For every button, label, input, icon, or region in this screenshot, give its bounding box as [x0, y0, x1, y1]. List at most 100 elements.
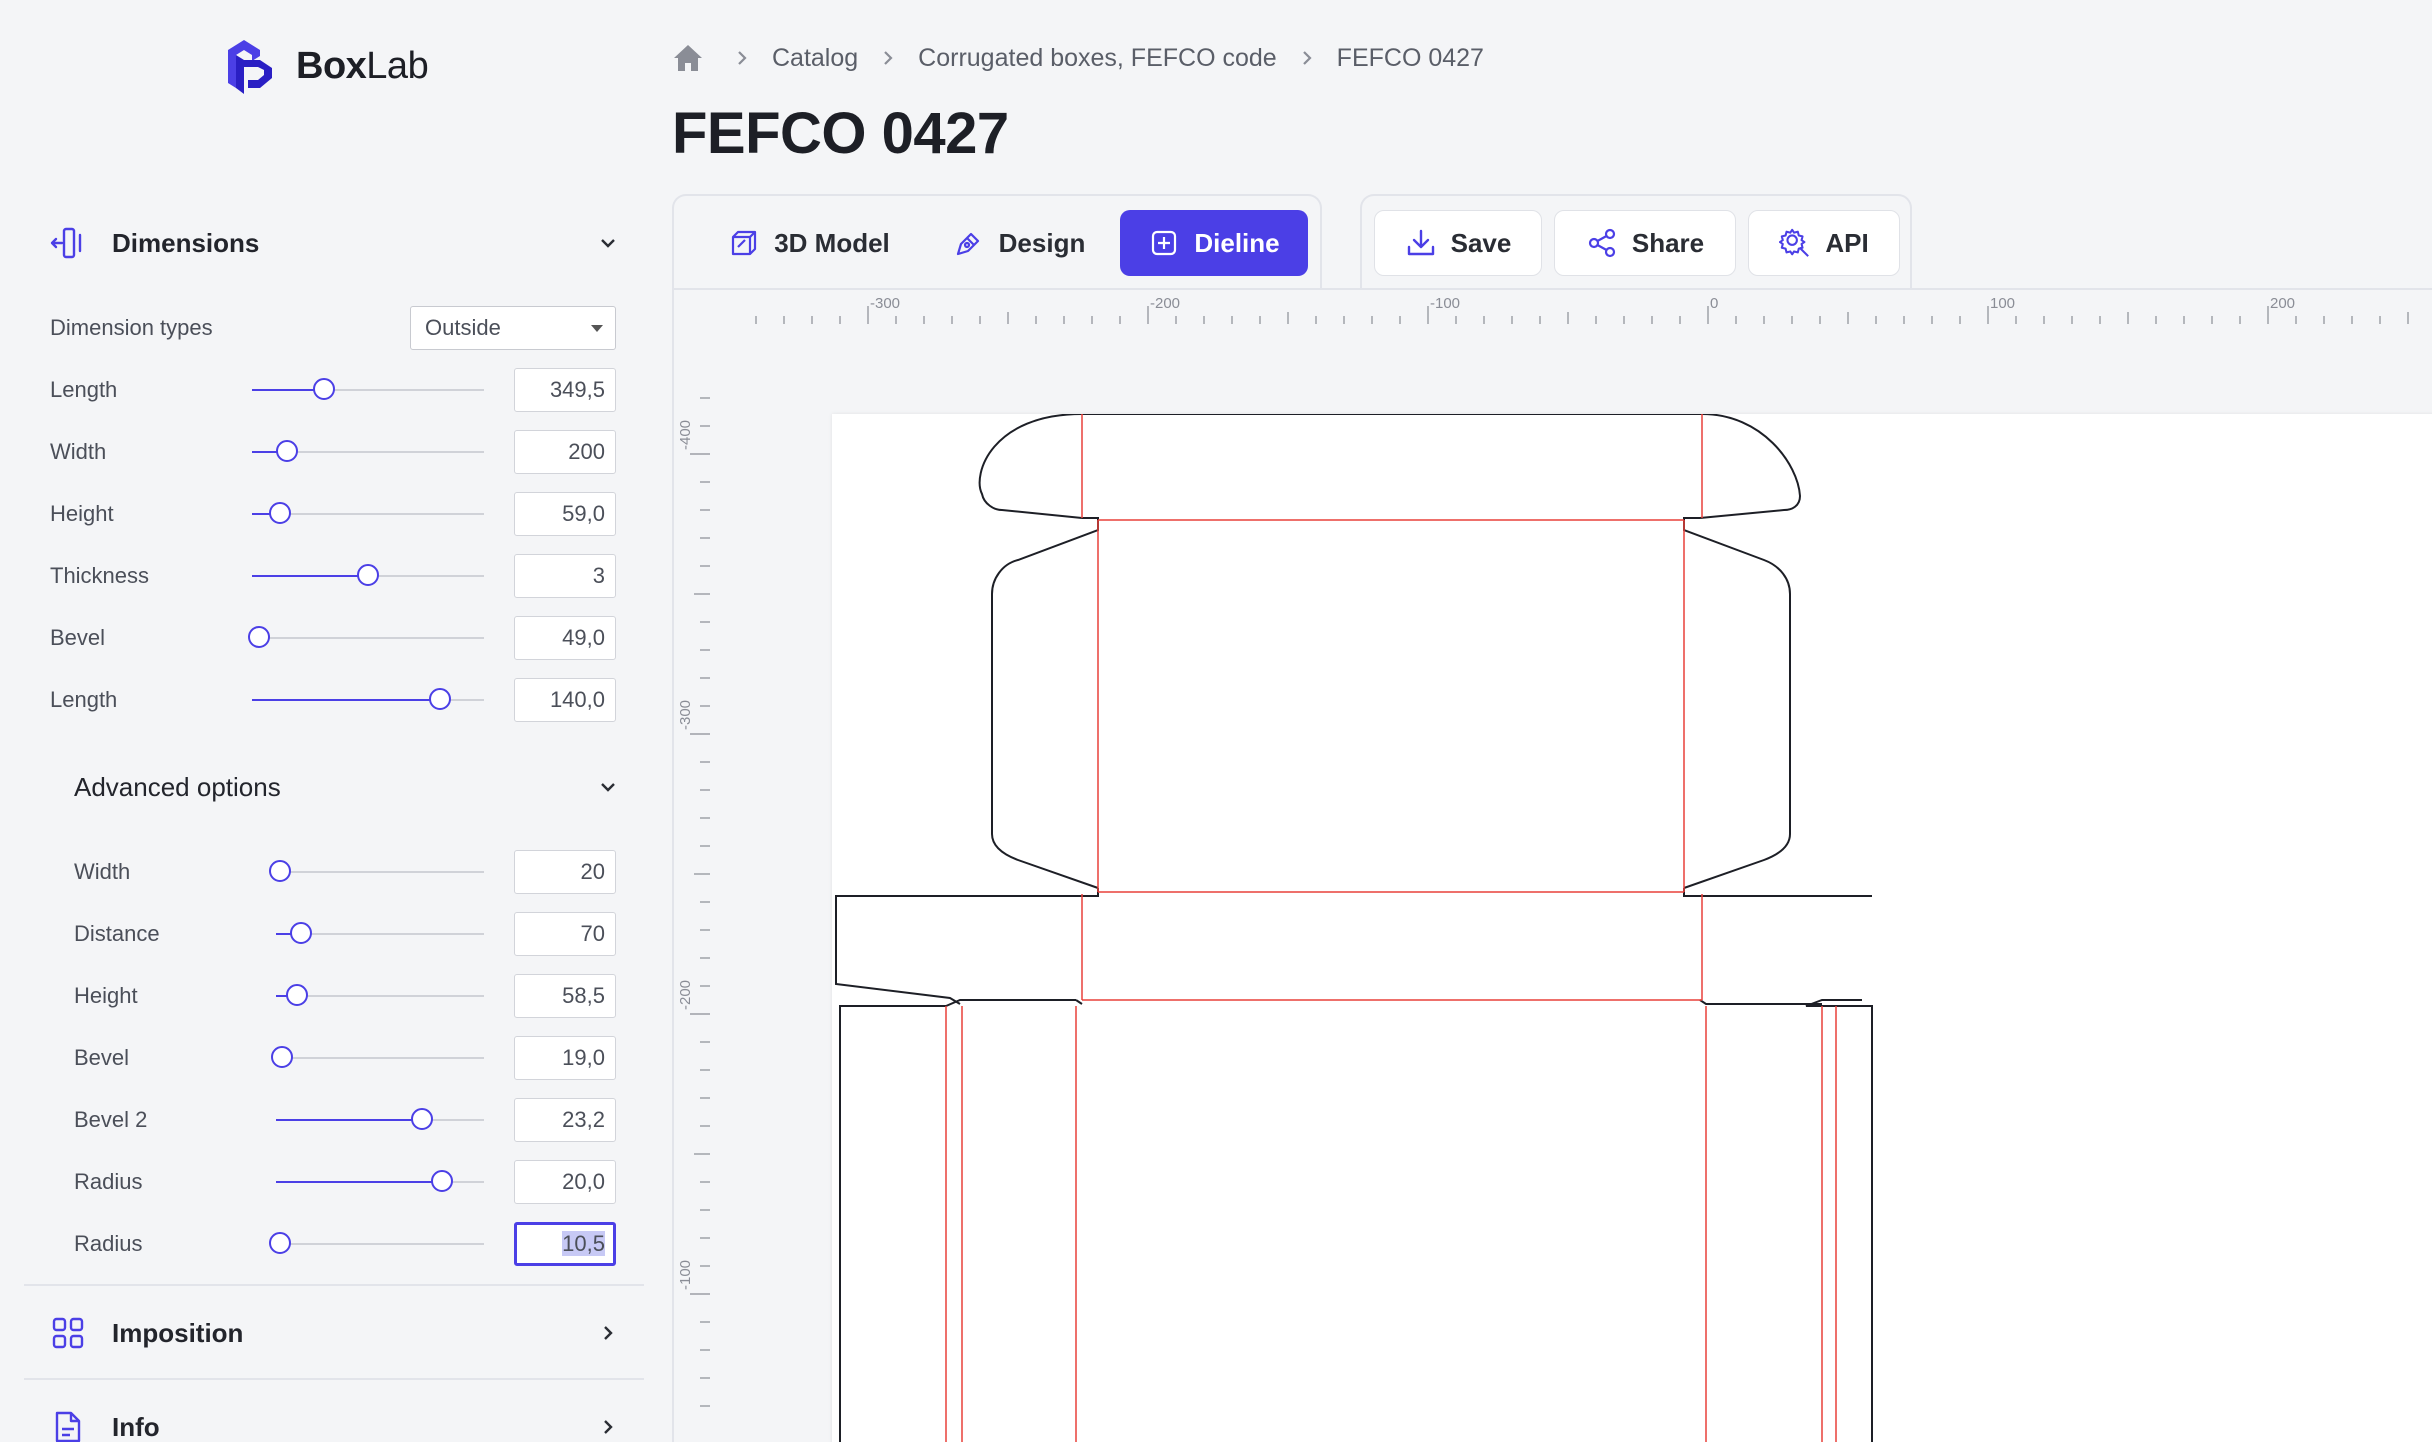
info-section-header[interactable]: Info	[24, 1392, 644, 1442]
input-value: 20,0	[562, 1169, 605, 1194]
advanced-options-header[interactable]: Advanced options	[74, 762, 634, 812]
dimensions-value-input[interactable]: 59,0	[514, 492, 616, 536]
dimensions-row: Thickness 3	[0, 554, 660, 598]
slider-thumb[interactable]	[428, 688, 451, 710]
dimensions-value-input[interactable]: 349,5	[514, 368, 616, 412]
ruler-y-label: -200	[677, 980, 694, 1010]
dimension-types-label: Dimension types	[50, 315, 213, 340]
chevron-right-icon	[712, 49, 772, 67]
chevron-down-icon[interactable]	[596, 775, 620, 799]
view-tabs: 3D Model Design Dieline	[672, 194, 1322, 290]
slider-thumb[interactable]	[431, 1170, 454, 1192]
dimension-types-select[interactable]: Outside	[410, 306, 616, 350]
brand-logo[interactable]: BoxLab	[222, 36, 429, 96]
tab-dieline[interactable]: Dieline	[1120, 210, 1308, 276]
tab-design-label: Design	[998, 227, 1086, 258]
cube-icon	[728, 227, 760, 259]
ruler-y-label: -100	[677, 1260, 694, 1290]
chevron-down-icon[interactable]	[596, 231, 620, 255]
slider-thumb[interactable]	[269, 860, 292, 882]
cut-line	[1082, 414, 1802, 519]
input-value: 20	[580, 859, 605, 884]
advanced-value-input[interactable]: 58,5	[514, 974, 616, 1018]
slider-track[interactable]	[276, 1057, 484, 1059]
api-button[interactable]: API	[1748, 210, 1900, 276]
breadcrumb: Catalog Corrugated boxes, FEFCO code FEF…	[672, 36, 1484, 80]
dimensions-label: Bevel	[50, 625, 106, 650]
advanced-row: Height 58,5	[0, 974, 660, 1018]
advanced-label: Radius	[74, 1231, 143, 1256]
advanced-row: Width 20	[0, 850, 660, 894]
chevron-right-icon[interactable]	[596, 1415, 620, 1439]
advanced-label: Bevel 2	[74, 1107, 148, 1132]
advanced-row: Bevel 19,0	[0, 1036, 660, 1080]
dimensions-title: Dimensions	[112, 227, 260, 258]
slider-track[interactable]	[276, 1243, 484, 1245]
chevron-right-icon[interactable]	[596, 1321, 620, 1345]
chevron-right-icon	[858, 49, 918, 67]
slider-fill	[252, 575, 368, 577]
slider-track[interactable]	[276, 871, 484, 873]
dimensions-value-input[interactable]: 3	[514, 554, 616, 598]
advanced-value-input[interactable]: 19,0	[514, 1036, 616, 1080]
slider-thumb[interactable]	[269, 1232, 292, 1254]
slider-thumb[interactable]	[410, 1108, 433, 1130]
share-icon	[1586, 227, 1618, 259]
advanced-row: Radius 10,5	[0, 1222, 660, 1266]
home-icon[interactable]	[672, 43, 712, 73]
ruler-y-label: -300	[677, 700, 694, 730]
slider-thumb[interactable]	[285, 984, 308, 1006]
input-value: 140,0	[549, 687, 605, 712]
slider-thumb[interactable]	[268, 502, 291, 524]
page-title: FEFCO 0427	[672, 101, 1009, 166]
share-button-label: Share	[1631, 227, 1705, 258]
slider-track[interactable]	[252, 637, 484, 639]
advanced-value-input[interactable]: 10,5	[514, 1222, 616, 1266]
breadcrumb-catalog[interactable]: Catalog	[772, 44, 858, 73]
grid-icon	[48, 1313, 88, 1353]
slider-thumb[interactable]	[247, 626, 270, 648]
input-value: 70	[580, 921, 605, 946]
input-value: 59,0	[562, 501, 605, 526]
share-button[interactable]: Share	[1554, 210, 1736, 276]
slider-thumb[interactable]	[312, 378, 335, 400]
dimensions-value-input[interactable]: 49,0	[514, 616, 616, 660]
dimensions-section-header[interactable]: Dimensions	[24, 208, 644, 278]
tab-design[interactable]: Design	[926, 210, 1112, 276]
advanced-value-input[interactable]: 70	[514, 912, 616, 956]
advanced-label: Radius	[74, 1169, 143, 1194]
dimensions-icon	[48, 223, 88, 263]
advanced-value-input[interactable]: 20,0	[514, 1160, 616, 1204]
advanced-value-input[interactable]: 20	[514, 850, 616, 894]
dimensions-value-input[interactable]: 140,0	[514, 678, 616, 722]
advanced-row: Distance 70	[0, 912, 660, 956]
download-icon	[1405, 227, 1437, 259]
dimensions-row: Height 59,0	[0, 492, 660, 536]
input-value: 349,5	[549, 377, 605, 402]
sidebar: BoxLab Dimensions Dimension types Outsid…	[0, 0, 660, 1442]
dimensions-value-input[interactable]: 200	[514, 430, 616, 474]
slider-thumb[interactable]	[275, 440, 298, 462]
advanced-row: Radius 20,0	[0, 1160, 660, 1204]
breadcrumb-category[interactable]: Corrugated boxes, FEFCO code	[918, 44, 1277, 73]
advanced-value-input[interactable]: 23,2	[514, 1098, 616, 1142]
imposition-section-header[interactable]: Imposition	[24, 1298, 644, 1368]
ruler-x-label: -100	[1430, 295, 1460, 312]
tab-3d-model[interactable]: 3D Model	[694, 210, 924, 276]
api-icon	[1779, 227, 1811, 259]
save-button[interactable]: Save	[1374, 210, 1542, 276]
dieline-canvas[interactable]: -300 -200 -100 0 100 200 -400 -300 -200 -100	[672, 288, 2432, 1442]
dimensions-label: Length	[50, 687, 118, 712]
input-value: 10,5	[562, 1231, 605, 1256]
cut-line	[1683, 517, 1791, 889]
slider-thumb[interactable]	[271, 1046, 294, 1068]
dieline-drawing	[835, 414, 1873, 1442]
document-icon	[48, 1407, 88, 1442]
slider-thumb[interactable]	[289, 922, 312, 944]
slider-thumb[interactable]	[357, 564, 379, 586]
input-value: 23,2	[562, 1107, 605, 1132]
tab-3d-model-label: 3D Model	[774, 227, 890, 258]
dimensions-label: Height	[50, 501, 114, 526]
dimensions-row: Length 140,0	[0, 678, 660, 722]
ruler-x-label: 200	[2270, 295, 2295, 312]
